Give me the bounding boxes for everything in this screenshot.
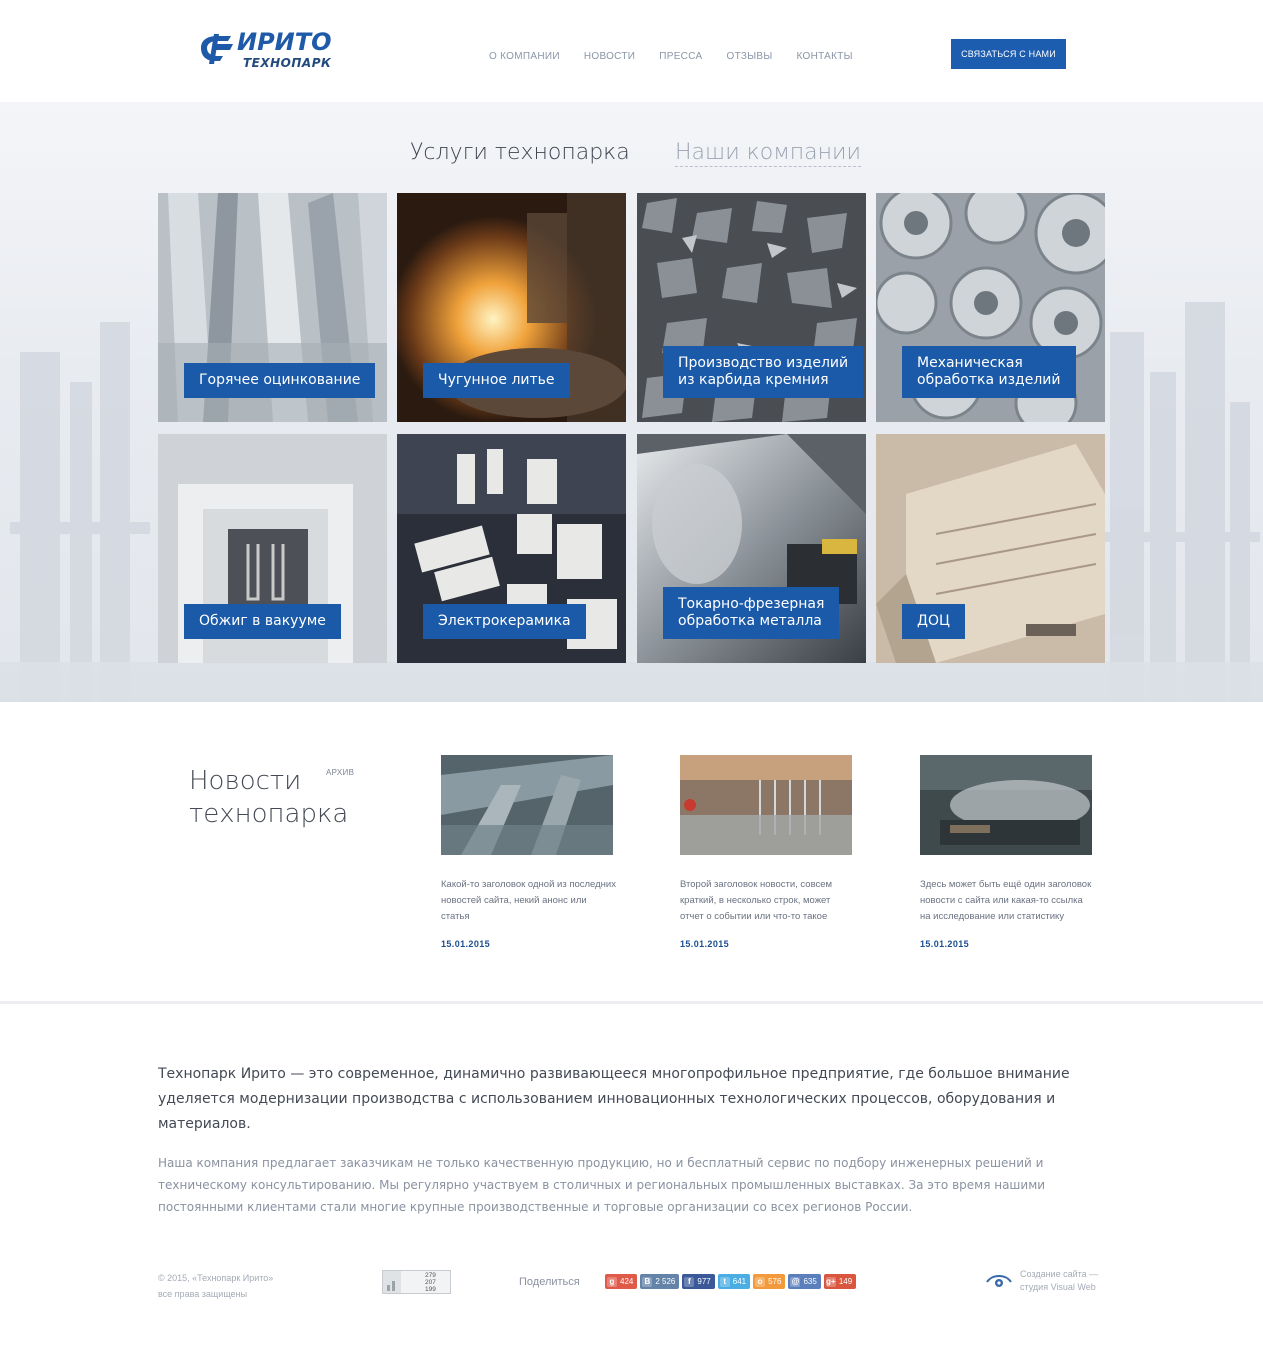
nav-contacts[interactable]: КОНТАКТЫ [796,51,852,62]
main-nav: О КОМПАНИИ НОВОСТИ ПРЕССА ОТЗЫВЫ КОНТАКТ… [489,51,853,62]
nav-press[interactable]: ПРЕССА [659,51,702,62]
about-lead-text: Технопарк Ирито — это современное, динам… [158,1066,1070,1132]
news-card[interactable]: Здесь может быть ещё один заголовок ново… [920,755,1095,949]
service-label: Электрокерамика [423,604,586,639]
counter-value: 207 [425,1279,436,1286]
share-label: Поделиться [519,1276,580,1288]
share-count: 635 [803,1277,817,1286]
logo-subtitle: ТЕХНОПАРК [243,56,332,70]
share-vk-button[interactable]: В 2 526 [640,1274,680,1289]
counter-values: 279 207 199 [401,1271,436,1293]
service-label: Производство изделий из карбида кремния [663,346,864,398]
studio-credit[interactable]: Создание сайта — студия Visual Web [986,1268,1098,1294]
news-archive-link[interactable]: АРХИВ [326,768,354,777]
eye-icon [986,1275,1012,1287]
nav-reviews[interactable]: ОТЗЫВЫ [726,51,772,62]
news-card[interactable]: Второй заголовок новости, совсем краткий… [680,755,855,949]
news-card[interactable]: Какой-то заголовок одной из последних но… [441,755,616,949]
twitter-icon: t [719,1276,730,1287]
news-thumbnail [680,755,852,855]
service-tile-casting[interactable]: Чугунное литье [397,193,626,422]
share-mailru-button[interactable]: @ 635 [788,1274,821,1289]
service-label: ДОЦ [902,604,965,639]
copyright: © 2015, «Технопарк Ирито» все права защи… [158,1270,273,1302]
services-section: Услуги технопарка Наши компании Горячее … [0,102,1263,702]
googleplus-icon: g+ [825,1276,836,1287]
news-text: Здесь может быть ещё один заголовок ново… [920,879,1092,922]
share-facebook-button[interactable]: f 977 [682,1274,715,1289]
news-text: Какой-то заголовок одной из последних но… [441,879,616,922]
contact-us-button[interactable]: СВЯЗАТЬСЯ С НАМИ [951,39,1066,69]
service-tile-silicon-carbide[interactable]: Производство изделий из карбида кремния [637,193,866,422]
service-tile-galvanizing[interactable]: Горячее оцинкование [158,193,387,422]
news-thumbnail [441,755,613,855]
counter-value: 279 [425,1272,436,1279]
nav-about[interactable]: О КОМПАНИИ [489,51,560,62]
counter-graph-icon [383,1271,401,1293]
facebook-icon: f [684,1276,695,1287]
studio-line: Создание сайта — [1020,1269,1099,1279]
odnoklassniki-icon: о [755,1276,766,1287]
service-label: Обжиг в вакууме [184,604,341,639]
share-count: 424 [620,1277,634,1286]
tab-companies[interactable]: Наши компании [675,140,862,167]
news-section: Новости технопарка АРХИВ Какой-то заголо… [0,702,1263,1002]
news-text: Второй заголовок новости, совсем краткий… [680,879,833,922]
news-thumbnail [920,755,1092,855]
about-body-text: Наша компания предлагает заказчикам не т… [158,1156,1046,1214]
share-googleplus-button[interactable]: g+ 149 [823,1274,857,1289]
visit-counter[interactable]: 279 207 199 [382,1270,451,1294]
counter-value: 199 [425,1286,436,1293]
share-count: 2 526 [655,1277,676,1286]
news-date: 15.01.2015 [680,939,730,949]
service-label: Горячее оцинкование [184,363,376,398]
share-google-button[interactable]: g 424 [605,1274,638,1289]
share-count: 977 [697,1277,711,1286]
share-count: 149 [838,1277,853,1286]
section-divider [0,1001,1263,1004]
service-tile-machining[interactable]: Механическая обработка изделий [876,193,1105,422]
news-date: 15.01.2015 [441,939,491,949]
tab-services[interactable]: Услуги технопарка [410,140,630,165]
share-buttons: g 424 В 2 526 f 977 t 641 о 576 @ 635 g+… [605,1274,857,1289]
logo-mark-icon [201,34,233,64]
service-label: Токарно-фрезерная обработка металла [663,587,840,639]
share-odnoklassniki-button[interactable]: о 576 [753,1274,786,1289]
share-count: 641 [732,1277,747,1286]
news-date: 15.01.2015 [920,939,970,949]
service-tile-woodworking[interactable]: ДОЦ [876,434,1105,663]
google-icon: g [607,1276,617,1287]
service-tile-vacuum-firing[interactable]: Обжиг в вакууме [158,434,387,663]
services-grid: Горячее оцинкование Чугунное литье Произ… [158,193,1105,663]
copyright-rights: все права защищены [158,1289,248,1299]
share-count: 576 [768,1277,782,1286]
vk-icon: В [642,1276,653,1287]
mailru-icon: @ [790,1276,801,1287]
service-label: Чугунное литье [423,363,570,398]
service-label: Механическая обработка изделий [902,346,1076,398]
service-tile-electroceramics[interactable]: Электрокерамика [397,434,626,663]
service-tile-turning-milling[interactable]: Токарно-фрезерная обработка металла [637,434,866,663]
copyright-line: © 2015, «Технопарк Ирито» [158,1273,274,1283]
logo-title: ИРИТО [237,28,332,56]
share-twitter-button[interactable]: t 641 [717,1274,751,1289]
studio-text: Создание сайта — студия Visual Web [1020,1268,1098,1294]
site-logo[interactable]: ИРИТО ТЕХНОПАРК [195,28,335,74]
site-header: ИРИТО ТЕХНОПАРК О КОМПАНИИ НОВОСТИ ПРЕСС… [0,0,1263,102]
studio-line: студия Visual Web [1020,1282,1096,1292]
nav-news[interactable]: НОВОСТИ [584,51,635,62]
